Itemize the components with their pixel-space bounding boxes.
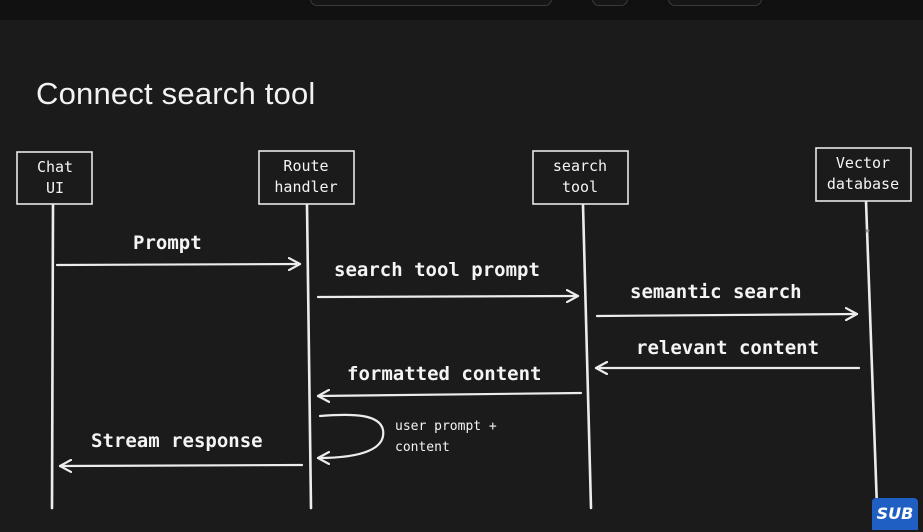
participant-label: Route [283,157,328,175]
message-semantic-search: semantic search [595,281,859,316]
message-label: Stream response [91,430,263,452]
message-prompt: Prompt [55,232,302,265]
participant-search-tool: search tool [532,150,629,205]
self-loop-route-handler: user prompt + content [316,413,497,458]
sequence-diagram: Chat UI Route handler search tool Vector… [16,147,912,510]
mouse-cursor-icon: ▸ [866,226,871,235]
participant-label: Chat [37,158,73,176]
message-formatted-content: formatted content [316,363,583,396]
message-label: formatted content [347,363,541,385]
self-note-line: content [395,440,450,455]
lifeline-chat-ui [50,203,55,510]
participant-label: tool [562,178,598,196]
participant-vector-database: Vector database [815,147,912,202]
message-label: relevant content [636,337,819,359]
participant-route-handler: Route handler [258,150,355,205]
message-search-tool-prompt: search tool prompt [316,259,580,297]
lifeline-route-handler [305,203,313,510]
message-stream-response: Stream response [58,430,304,466]
participant-chat-ui: Chat UI [16,151,93,205]
participant-label: Vector [836,154,890,172]
message-label: semantic search [630,281,802,303]
participant-label: database [827,175,899,193]
message-relevant-content: relevant content [594,337,861,368]
message-label: search tool prompt [334,259,540,281]
participant-label: UI [46,179,64,197]
message-label: Prompt [133,232,202,254]
lifeline-vector-database [864,199,879,510]
participant-label: search [553,157,607,175]
subscribe-badge[interactable]: SUB [872,498,918,530]
self-note-line: user prompt + [395,419,497,434]
lifeline-search-tool [581,203,593,510]
participant-label: handler [274,178,337,196]
